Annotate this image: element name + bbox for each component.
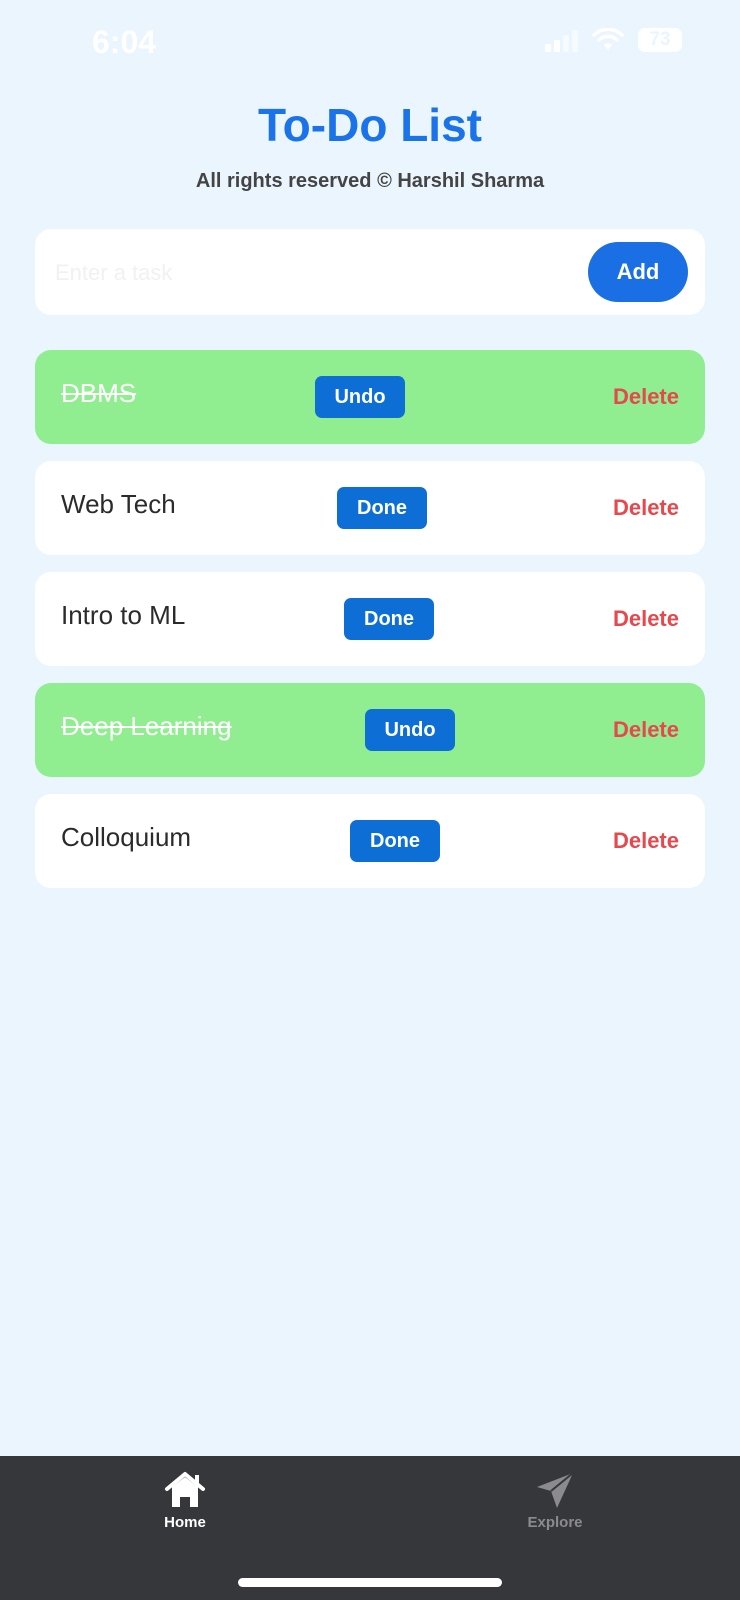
signal-icon [545,28,578,52]
delete-button[interactable]: Delete [613,384,679,410]
task-label: Deep Learning [61,711,232,741]
battery-level: 73 [649,29,671,50]
done-button[interactable]: Done [337,487,427,529]
task-list: DBMS Undo Delete Web Tech Done Delete In… [35,350,705,905]
task-row: Deep Learning Undo Delete [35,683,705,777]
task-label: DBMS [61,378,137,408]
delete-button[interactable]: Delete [613,828,679,854]
tab-home[interactable]: Home [115,1470,255,1531]
battery-icon: 73 [638,28,682,52]
send-icon [537,1472,574,1508]
done-button[interactable]: Done [344,598,434,640]
undo-button[interactable]: Undo [315,376,405,418]
home-icon [165,1472,205,1507]
undo-button[interactable]: Undo [365,709,455,751]
task-label: Web Tech [61,489,176,519]
page-subtitle: All rights reserved © Harshil Sharma [195,170,545,192]
wifi-icon [592,28,624,50]
task-row: Colloquium Done Delete [35,794,705,888]
task-input[interactable] [53,251,577,295]
status-icons: 73 [545,28,682,52]
add-button[interactable]: Add [588,242,688,302]
task-row: Intro to ML Done Delete [35,572,705,666]
tab-explore-label: Explore [527,1514,583,1531]
status-bar: 6:04 73 [0,0,740,90]
task-row: DBMS Undo Delete [35,350,705,444]
task-input-card: Add [35,229,705,315]
status-time: 6:04 [92,24,157,60]
task-row: Web Tech Done Delete [35,461,705,555]
delete-button[interactable]: Delete [613,606,679,632]
task-label: Colloquium [61,822,192,852]
tab-home-label: Home [164,1514,206,1531]
home-indicator [238,1578,502,1587]
task-label: Intro to ML [61,600,186,630]
delete-button[interactable]: Delete [613,717,679,743]
page-title: To-Do List [258,99,482,151]
tab-explore[interactable]: Explore [485,1470,625,1531]
delete-button[interactable]: Delete [613,495,679,521]
done-button[interactable]: Done [350,820,440,862]
